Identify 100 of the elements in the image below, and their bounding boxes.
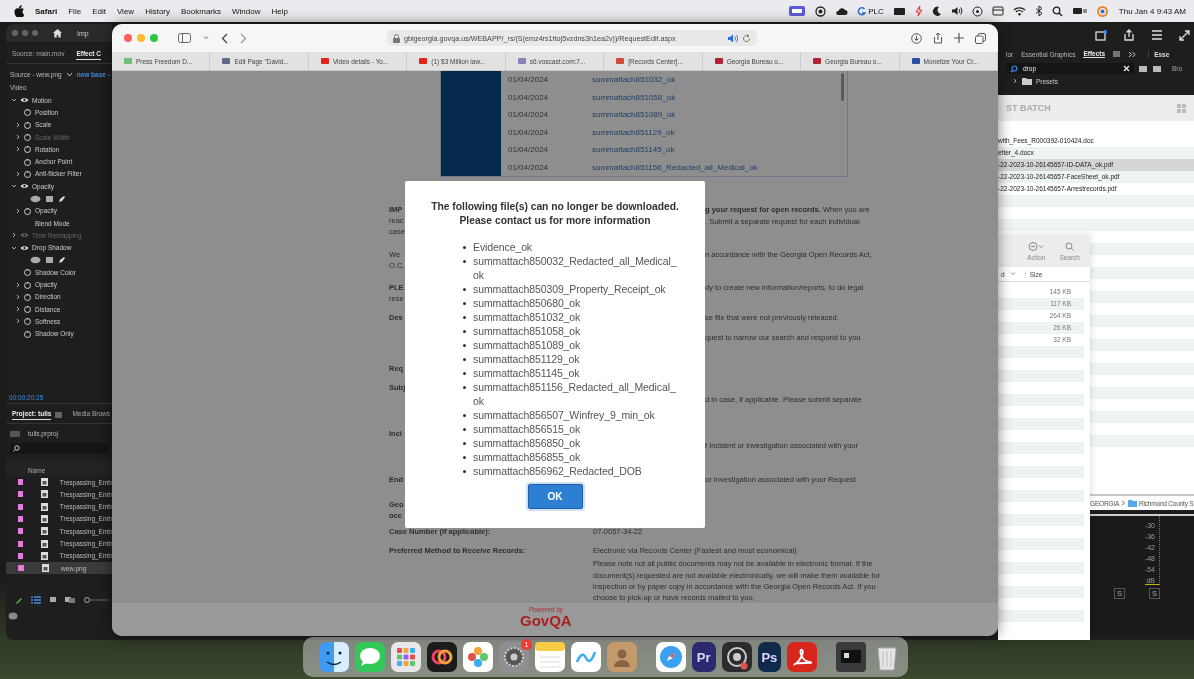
forward-icon[interactable] — [240, 32, 247, 44]
menu-item[interactable]: Help — [271, 6, 288, 16]
menu-item[interactable]: History — [145, 6, 170, 16]
export-icon[interactable] — [1095, 29, 1107, 41]
cloud-icon[interactable] — [835, 5, 849, 17]
smiley-face-icon[interactable] — [319, 642, 349, 672]
expand-icon[interactable] — [1179, 29, 1190, 41]
ok-button[interactable]: OK — [527, 484, 583, 509]
rectangle-mask-icon[interactable] — [45, 194, 54, 203]
monitor-icon[interactable] — [836, 642, 866, 672]
display-icon[interactable] — [788, 5, 807, 17]
search-icon — [13, 444, 20, 452]
bullet-icon — [463, 344, 466, 347]
pen-icon[interactable] — [58, 256, 66, 264]
swirl-icon[interactable] — [427, 642, 457, 672]
icon-view-icon[interactable] — [49, 596, 57, 605]
speaker-icon[interactable] — [950, 6, 963, 16]
window-icon[interactable] — [991, 6, 1004, 16]
wifi-icon[interactable] — [1012, 6, 1026, 16]
zoom-slider-icon[interactable] — [84, 596, 108, 605]
bolt-icon[interactable] — [914, 5, 923, 17]
file-name: summattach851089_ok — [473, 338, 582, 352]
freeform-view-icon[interactable] — [65, 596, 76, 605]
share-icon[interactable] — [933, 32, 943, 44]
rectangle-mask-icon[interactable] — [45, 256, 54, 264]
pencil-icon[interactable] — [15, 596, 23, 605]
app-icon[interactable]: Ps — [757, 642, 782, 672]
circle-icon[interactable] — [815, 5, 827, 17]
moon-icon[interactable] — [931, 6, 942, 16]
date-cell-text: 01/04/2024 — [507, 75, 550, 85]
toggle-icon[interactable] — [1071, 6, 1088, 16]
home-icon[interactable] — [52, 28, 63, 38]
stopwatch-icon[interactable] — [24, 317, 31, 326]
stopwatch-icon[interactable] — [24, 157, 31, 166]
eye-icon[interactable] — [20, 183, 29, 190]
image-file-icon — [40, 490, 48, 499]
reload-icon[interactable] — [742, 33, 751, 43]
chevron-right-icon[interactable] — [15, 170, 21, 177]
menu-item[interactable]: File — [68, 6, 82, 16]
stopwatch-icon[interactable] — [24, 169, 31, 178]
stopwatch-icon[interactable] — [24, 120, 31, 129]
menu-item[interactable]: Bookmarks — [181, 6, 222, 16]
chevron-right-icon[interactable] — [15, 207, 21, 214]
stopwatch-icon[interactable] — [24, 108, 31, 117]
file-name: summattach851058_ok — [473, 324, 582, 338]
notepad-icon[interactable] — [535, 642, 565, 672]
chevron-down-icon[interactable] — [11, 244, 17, 251]
chevron-right-icon[interactable] — [1012, 78, 1018, 84]
drawing-board-icon[interactable] — [571, 642, 601, 672]
clock[interactable]: Thu Jan 4 9:43 AM — [1118, 6, 1186, 16]
window-title: ST BATCH — [1006, 103, 1051, 113]
action-icon[interactable] — [1028, 241, 1045, 251]
stopwatch-icon[interactable] — [24, 292, 31, 301]
list-view-icon[interactable] — [31, 596, 41, 605]
search-icon[interactable] — [1051, 5, 1063, 17]
stopwatch-icon[interactable] — [24, 145, 31, 154]
chevron-right-icon[interactable] — [11, 232, 17, 239]
ellipse-mask-icon[interactable] — [30, 194, 41, 203]
eye-icon[interactable] — [20, 244, 29, 251]
status-label[interactable]: PLC — [868, 6, 884, 16]
search-field[interactable] — [10, 442, 108, 454]
menu-item[interactable]: Edit — [92, 6, 106, 16]
camera-icon[interactable] — [721, 642, 752, 672]
ellipse-mask-icon[interactable] — [30, 256, 41, 264]
eye-icon[interactable] — [20, 97, 29, 104]
bullet-icon — [463, 470, 466, 473]
scrollbar-thumb[interactable] — [841, 73, 844, 101]
chevron-down-icon[interactable] — [11, 183, 17, 190]
speech-bubble-icon[interactable] — [355, 642, 385, 672]
stopwatch-icon[interactable] — [24, 329, 31, 338]
app-icon[interactable]: Pr — [691, 642, 716, 672]
caret-icon[interactable] — [65, 72, 73, 77]
apple-icon[interactable] — [14, 5, 24, 17]
grid-icon[interactable] — [391, 642, 421, 672]
app-menu[interactable]: Safari — [35, 6, 58, 16]
stopwatch-icon[interactable] — [24, 280, 31, 289]
double-chevron-icon[interactable] — [1128, 50, 1137, 58]
chevron-down-icon[interactable] — [11, 97, 17, 104]
bluetooth-icon[interactable] — [1034, 5, 1043, 17]
plus-icon[interactable] — [954, 33, 964, 43]
flower-icon[interactable] — [463, 642, 493, 672]
compass-icon[interactable] — [655, 642, 686, 672]
close-icon[interactable] — [1123, 65, 1130, 72]
gear-icon[interactable] — [499, 642, 529, 672]
tabs-icon[interactable] — [975, 32, 986, 44]
pen-icon[interactable] — [58, 194, 66, 203]
stopwatch-icon[interactable] — [24, 268, 31, 277]
sidebar-icon[interactable] — [178, 33, 191, 43]
menu-item[interactable]: Window — [232, 6, 261, 16]
date-cell-text: 01/04/2024 — [507, 92, 550, 102]
back-icon[interactable] — [221, 32, 228, 44]
g-letter-icon[interactable] — [857, 5, 867, 17]
menu-item[interactable]: View — [116, 6, 135, 16]
stopwatch-icon[interactable] — [24, 305, 31, 314]
stopwatch-icon[interactable] — [24, 133, 31, 142]
target-icon[interactable] — [971, 5, 983, 17]
bullet-icon — [463, 414, 466, 417]
document-icon[interactable] — [787, 642, 818, 672]
download-icon[interactable] — [911, 32, 922, 44]
stopwatch-icon[interactable] — [24, 206, 31, 215]
